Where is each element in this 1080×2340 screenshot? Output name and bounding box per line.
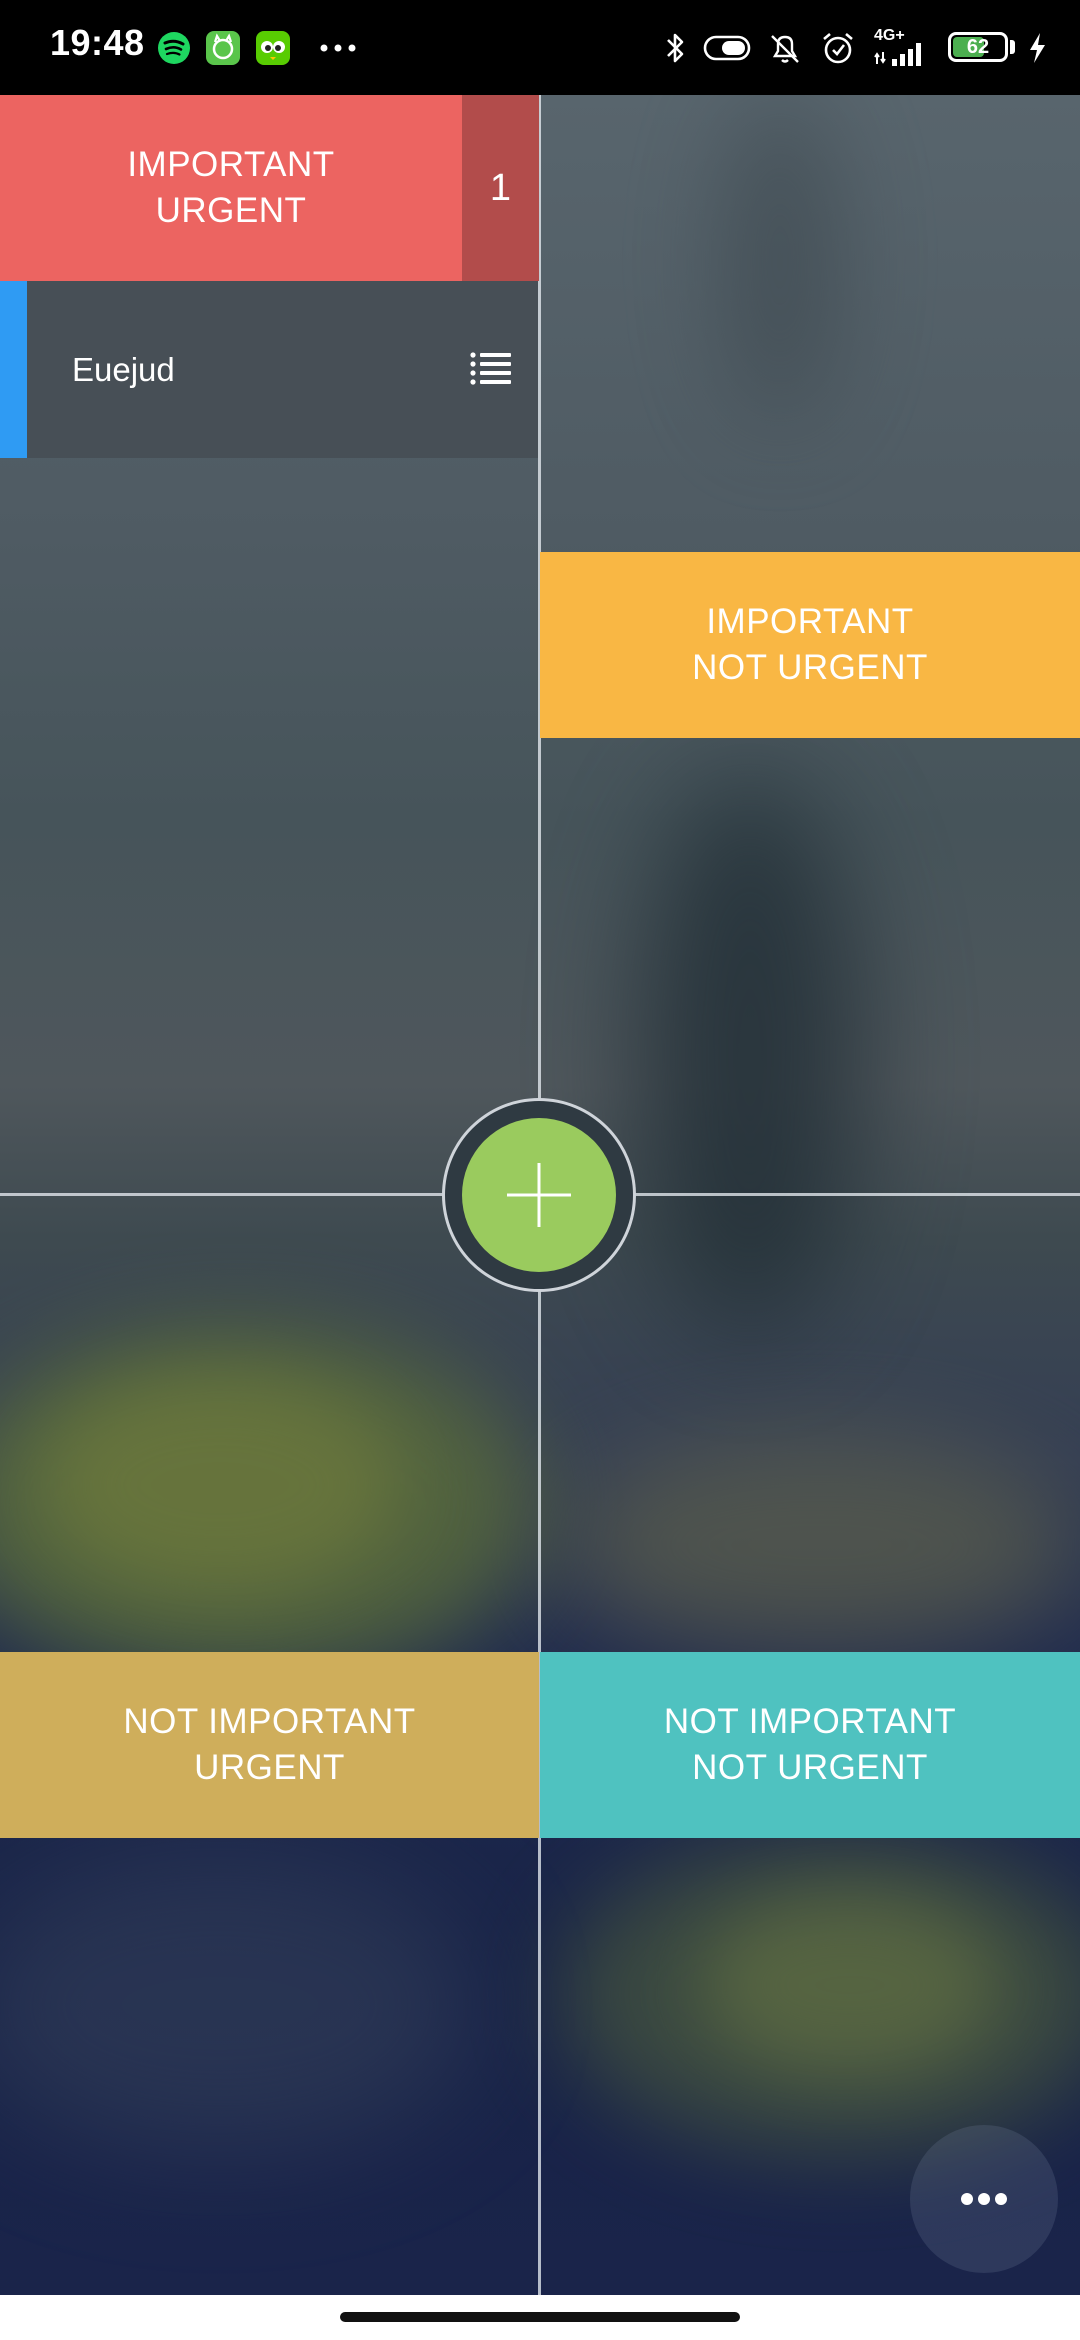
task-color-marker: [0, 281, 27, 458]
navigation-bar: [0, 2295, 1080, 2340]
battery-icon: 62: [948, 32, 1008, 62]
charging-icon: [1030, 33, 1045, 63]
quadrant-important-urgent-header[interactable]: IMPORTANT URGENT: [0, 95, 462, 281]
quadrant-title-line1: IMPORTANT: [706, 602, 914, 641]
more-dots-icon: [320, 44, 356, 52]
plus-icon: [507, 1163, 571, 1227]
quadrant-title-line1: IMPORTANT: [127, 145, 335, 184]
quadrant-important-not-urgent-header[interactable]: IMPORTANT NOT URGENT: [540, 552, 1080, 738]
duolingo-icon: [256, 31, 290, 65]
list-icon[interactable]: [470, 350, 512, 388]
battery-level: 62: [966, 36, 990, 58]
quadrant-title-line1: NOT IMPORTANT: [123, 1702, 416, 1741]
task-item[interactable]: Euejud: [0, 281, 538, 458]
spotify-icon: [158, 32, 190, 64]
quadrant-title-line2: URGENT: [194, 1748, 345, 1787]
more-horizontal-icon: [961, 2193, 1007, 2205]
quadrant-not-important-urgent-header[interactable]: NOT IMPORTANT URGENT: [0, 1652, 539, 1838]
quadrant-title-line2: URGENT: [155, 191, 307, 230]
quadrant-task-count: 1: [462, 95, 539, 281]
quadrant-title-line2: NOT URGENT: [692, 648, 928, 687]
status-bar: 19:48 4G+ 62: [0, 0, 1080, 95]
home-gesture-handle[interactable]: [340, 2312, 740, 2322]
alarm-icon: [823, 33, 853, 64]
mute-bell-icon: [771, 35, 799, 63]
status-time: 19:48: [50, 22, 145, 63]
bluetooth-icon: [667, 33, 684, 63]
quadrant-title-line2: NOT URGENT: [692, 1748, 928, 1787]
signal-4g-icon: [874, 43, 921, 66]
more-options-button[interactable]: [910, 2125, 1058, 2273]
task-label: Euejud: [72, 351, 175, 388]
toggle-icon: [703, 35, 751, 61]
quadrant-not-important-not-urgent-header[interactable]: NOT IMPORTANT NOT URGENT: [540, 1652, 1080, 1838]
battery-tip: [1010, 40, 1015, 54]
quadrant-title-line1: NOT IMPORTANT: [663, 1702, 957, 1741]
app-cat-icon: [206, 31, 240, 65]
add-task-button[interactable]: [462, 1118, 616, 1272]
